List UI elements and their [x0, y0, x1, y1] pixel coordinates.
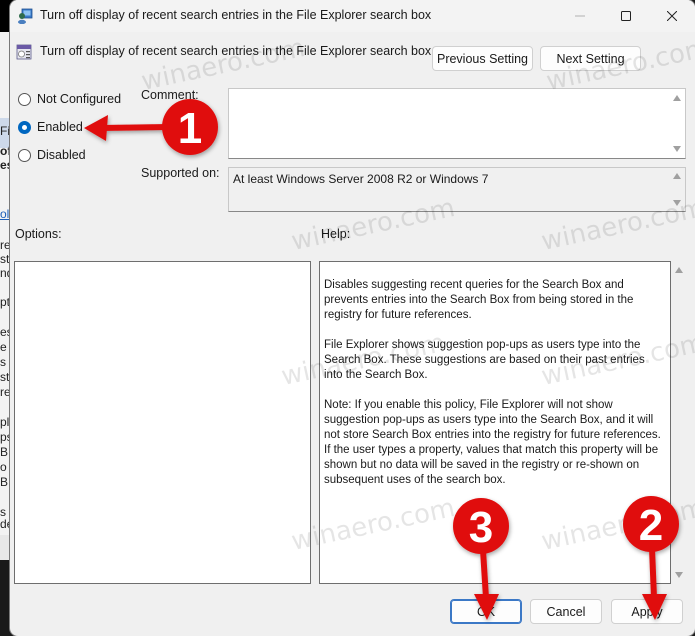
scroll-up-icon[interactable] — [673, 95, 681, 101]
ok-button[interactable]: OK — [450, 599, 522, 624]
scroll-down-icon[interactable] — [675, 572, 683, 578]
background-text: st — [0, 370, 10, 384]
radio-label: Disabled — [37, 148, 86, 162]
supported-on-field: At least Windows Server 2008 R2 or Windo… — [228, 167, 686, 212]
help-paragraph: Note: If you enable this policy, File Ex… — [324, 399, 661, 486]
scroll-down-icon[interactable] — [673, 146, 681, 152]
help-scrollbar[interactable] — [671, 261, 687, 584]
radio-not-configured[interactable]: Not Configured — [18, 92, 121, 106]
help-paragraph: Disables suggesting recent queries for t… — [324, 279, 634, 321]
apply-button[interactable]: Apply — [611, 599, 683, 624]
background-text: pt — [0, 295, 11, 309]
policy-title: Turn off display of recent search entrie… — [40, 44, 432, 58]
help-label: Help: — [321, 227, 351, 241]
minimize-icon — [575, 15, 585, 17]
window-title: Turn off display of recent search entrie… — [40, 8, 432, 22]
minimize-button[interactable] — [557, 0, 603, 32]
scroll-up-icon[interactable] — [675, 267, 683, 273]
help-text: Disables suggesting recent queries for t… — [324, 278, 666, 503]
next-setting-button[interactable]: Next Setting — [540, 46, 641, 71]
comment-textarea[interactable] — [228, 88, 686, 159]
radio-label: Not Configured — [37, 92, 122, 106]
previous-setting-button[interactable]: Previous Setting — [432, 46, 533, 71]
radio-disabled[interactable]: Disabled — [18, 148, 86, 162]
title-bar: Turn off display of recent search entrie… — [10, 0, 695, 32]
radio-circle-checked[interactable] — [18, 120, 31, 134]
maximize-button[interactable] — [603, 0, 649, 32]
supported-on-label: Supported on: — [141, 166, 220, 180]
radio-enabled[interactable]: Enabled — [18, 120, 83, 134]
radio-label: Enabled — [37, 120, 83, 134]
policy-dialog: Turn off display of recent search entrie… — [10, 0, 695, 636]
options-panel — [14, 261, 311, 584]
background-text: pl — [0, 415, 10, 429]
radio-circle[interactable] — [18, 148, 31, 162]
maximize-icon — [621, 11, 631, 21]
help-paragraph: File Explorer shows suggestion pop-ups a… — [324, 339, 645, 381]
radio-circle[interactable] — [18, 92, 31, 106]
help-panel: Disables suggesting recent queries for t… — [319, 261, 671, 584]
close-icon — [667, 11, 677, 21]
supported-on-scrollbar[interactable] — [669, 168, 685, 211]
policy-setting-icon — [16, 44, 32, 60]
background-text: B — [0, 475, 9, 489]
comment-scrollbar[interactable] — [669, 89, 685, 158]
comment-label: Comment: — [141, 88, 199, 102]
scroll-up-icon[interactable] — [673, 173, 681, 179]
options-label: Options: — [15, 227, 62, 241]
close-button[interactable] — [649, 0, 695, 32]
cancel-button[interactable]: Cancel — [530, 599, 602, 624]
policy-header: Turn off display of recent search entrie… — [10, 32, 695, 80]
supported-on-value: At least Windows Server 2008 R2 or Windo… — [233, 172, 489, 186]
scroll-down-icon[interactable] — [673, 200, 681, 206]
background-text: B — [0, 445, 9, 459]
group-policy-icon — [18, 8, 33, 24]
background-text: o — [0, 460, 7, 474]
